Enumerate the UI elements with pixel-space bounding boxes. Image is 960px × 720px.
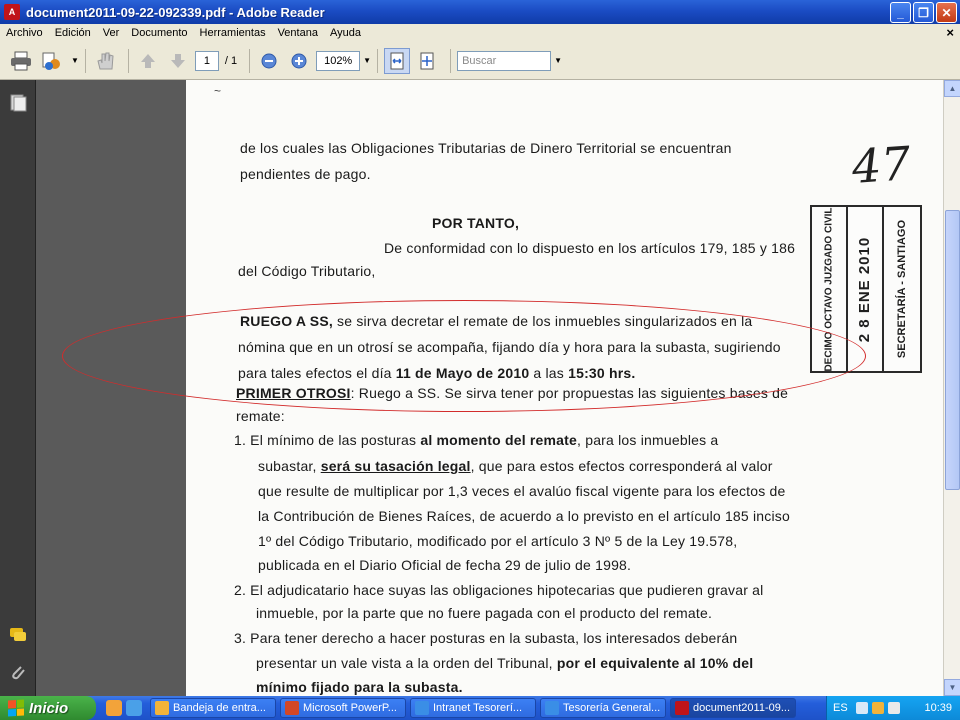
doc-line: la Contribución de Bienes Raíces, de acu… — [258, 508, 790, 524]
task-tesoreria[interactable]: Tesorería General... — [540, 698, 666, 718]
taskbar: Inicio Bandeja de entra... Microsoft Pow… — [0, 696, 960, 720]
search-dropdown-icon[interactable]: ▼ — [554, 56, 562, 65]
scroll-down-arrow-icon[interactable]: ▼ — [944, 679, 960, 696]
volume-icon[interactable] — [887, 702, 900, 714]
arrow-down-icon — [170, 53, 185, 68]
task-bandeja[interactable]: Bandeja de entra... — [150, 698, 276, 718]
scrollbar-thumb[interactable] — [945, 210, 960, 490]
doc-line: pendientes de pago. — [240, 166, 371, 182]
next-page-button[interactable] — [165, 48, 191, 74]
zoom-input[interactable]: 102% — [316, 50, 361, 71]
attachments-icon[interactable] — [9, 664, 27, 682]
red-ellipse-annotation — [62, 300, 866, 412]
arrow-up-icon — [140, 53, 155, 68]
fit-page-button[interactable] — [414, 48, 440, 74]
language-indicator[interactable]: ES — [833, 702, 848, 714]
collaborate-icon — [42, 52, 60, 70]
doc-line: que resulte de multiplicar por 1,3 veces… — [258, 483, 786, 499]
hand-tool-button[interactable] — [92, 48, 118, 74]
toolbar: ▼ 1 / 1 102% ▼ Buscar ▼ — [0, 42, 960, 80]
system-tray: ES 10:39 — [826, 696, 960, 720]
hand-icon — [97, 52, 114, 69]
start-button[interactable]: Inicio — [0, 696, 96, 720]
comments-icon[interactable] — [9, 626, 27, 644]
stamp-secretaria-text: SECRETARÍA - SANTIAGO — [896, 219, 908, 359]
outlook-icon — [155, 701, 169, 715]
pages-icon[interactable] — [9, 94, 27, 112]
document-viewer[interactable]: ~ de los cuales las Obligaciones Tributa… — [36, 80, 943, 696]
window-title: document2011-09-22-092339.pdf - Adobe Re… — [26, 4, 325, 20]
doc-line: subastar, será su tasación legal, que pa… — [258, 458, 773, 474]
doc-list-item-3: 3. Para tener derecho a hacer posturas e… — [234, 630, 738, 646]
minimize-button[interactable]: _ — [890, 2, 911, 23]
navigation-pane — [0, 80, 36, 696]
print-button[interactable] — [8, 48, 34, 74]
network-icon[interactable] — [855, 702, 868, 714]
powerpoint-icon — [285, 701, 299, 715]
task-document[interactable]: document2011-09... — [670, 698, 796, 718]
windows-flag-icon — [8, 699, 24, 717]
task-intranet[interactable]: Intranet Tesorerí... — [410, 698, 536, 718]
fit-page-icon — [420, 52, 434, 69]
doc-list-item-2: 2. El adjudicatario hace suyas las oblig… — [234, 582, 764, 598]
menu-bar: Archivo Edición Ver Documento Herramient… — [0, 24, 960, 42]
doc-line: 1º del Código Tributario, modificado por… — [258, 533, 738, 549]
doc-heading-por-tanto: POR TANTO, — [432, 215, 520, 231]
antivirus-icon[interactable] — [871, 702, 884, 714]
menu-archivo[interactable]: Archivo — [0, 27, 49, 39]
restore-button[interactable]: ❐ — [913, 2, 934, 23]
menu-ayuda[interactable]: Ayuda — [324, 27, 367, 39]
search-input[interactable]: Buscar — [457, 50, 552, 71]
page-number-input[interactable]: 1 — [194, 50, 219, 71]
fit-width-button[interactable] — [384, 47, 411, 74]
doc-line: inmueble, por la parte que no fuere paga… — [256, 605, 713, 621]
menu-herramientas[interactable]: Herramientas — [194, 27, 272, 39]
vertical-scrollbar[interactable]: ▲ ▼ — [943, 80, 960, 696]
page-total: / 1 — [224, 54, 238, 67]
internet-explorer-icon — [415, 701, 429, 715]
zoom-out-icon — [261, 53, 277, 68]
menu-ver[interactable]: Ver — [97, 27, 126, 39]
doc-line: de los cuales las Obligaciones Tributari… — [240, 140, 732, 156]
doc-line: del Código Tributario, — [238, 263, 376, 279]
adobe-reader-icon — [675, 701, 689, 715]
doc-list-item-1: 1. El mínimo de las posturas al momento … — [234, 432, 719, 448]
title-bar: A document2011-09-22-092339.pdf - Adobe … — [0, 0, 960, 24]
clock: 10:39 — [924, 702, 952, 714]
zoom-dropdown-icon[interactable]: ▼ — [363, 56, 371, 65]
doc-line: mínimo fijado para la subasta. — [256, 679, 463, 695]
menu-edicion[interactable]: Edición — [49, 27, 97, 39]
doc-line: presentar un vale vista a la orden del T… — [256, 655, 754, 671]
share-dropdown-icon[interactable]: ▼ — [71, 56, 79, 65]
quicklaunch-outlook-icon[interactable] — [106, 700, 122, 716]
menu-documento[interactable]: Documento — [125, 27, 193, 39]
doc-line: publicada en el Diario Oficial de fecha … — [258, 557, 632, 573]
stamp-date-text: 2 8 ENE 2010 — [856, 236, 874, 342]
task-powerpoint[interactable]: Microsoft PowerP... — [280, 698, 406, 718]
zoom-out-button[interactable] — [256, 48, 282, 74]
share-button[interactable] — [38, 48, 64, 74]
handwritten-page-number: 47 — [850, 136, 913, 194]
document-close-icon[interactable]: × — [946, 25, 954, 40]
zoom-in-button[interactable] — [286, 48, 312, 74]
zoom-in-icon — [291, 53, 307, 68]
close-button[interactable]: ✕ — [936, 2, 957, 23]
menu-ventana[interactable]: Ventana — [272, 27, 324, 39]
quicklaunch-desktop-icon[interactable] — [126, 700, 142, 716]
printer-icon — [11, 51, 31, 70]
adobe-reader-icon: A — [4, 4, 20, 20]
doc-line: remate: — [236, 408, 285, 424]
doc-line: De conformidad con lo dispuesto en los a… — [384, 240, 796, 256]
internet-explorer-icon — [545, 701, 559, 715]
previous-page-button[interactable] — [135, 48, 161, 74]
pdf-page: ~ de los cuales las Obligaciones Tributa… — [62, 80, 943, 696]
fit-width-icon — [390, 52, 404, 69]
scroll-up-arrow-icon[interactable]: ▲ — [944, 80, 960, 97]
